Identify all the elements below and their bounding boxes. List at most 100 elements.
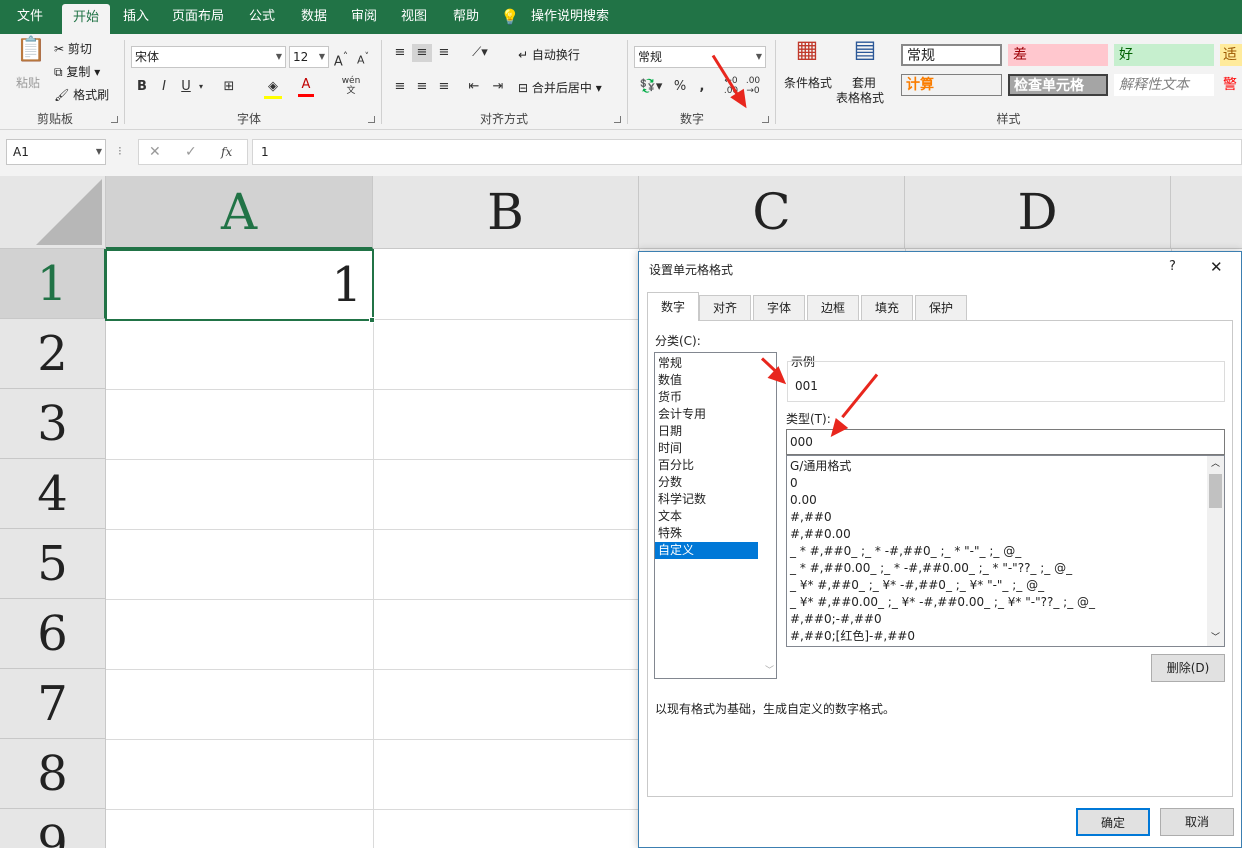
tell-me-search[interactable]: 操作说明搜索 — [526, 0, 614, 34]
wrap-text-button[interactable]: ↵ 自动换行 — [518, 46, 580, 63]
tab-page-layout[interactable]: 页面布局 — [162, 0, 234, 34]
list-item[interactable]: 百分比 — [655, 457, 776, 474]
align-right-icon[interactable]: ≡ — [434, 78, 454, 96]
number-format-select[interactable]: 常规 ▼ — [634, 46, 766, 68]
formula-input[interactable]: 1 — [252, 139, 1242, 165]
paste-icon[interactable]: 📋 — [16, 37, 46, 70]
merge-center-button[interactable]: ⊟ 合并后居中 ▾ — [518, 79, 602, 96]
list-item[interactable]: #,##0.00 — [787, 526, 1207, 543]
format-as-table-label-2[interactable]: 表格格式 — [836, 89, 884, 106]
type-input[interactable]: 000 — [786, 429, 1225, 455]
align-top-icon[interactable]: ≡ — [390, 44, 410, 62]
increase-indent-icon[interactable]: ⇥ — [488, 78, 508, 96]
align-middle-icon[interactable]: ≡ — [412, 44, 432, 62]
tab-formulas[interactable]: 公式 — [238, 0, 286, 34]
align-center-icon[interactable]: ≡ — [412, 78, 432, 96]
list-item[interactable]: #,##0 — [787, 509, 1207, 526]
number-format-launcher[interactable] — [762, 116, 769, 123]
chevron-down-icon[interactable]: ﹀ — [765, 663, 774, 676]
list-item[interactable]: 日期 — [655, 423, 776, 440]
ok-button[interactable]: 确定 — [1076, 808, 1150, 836]
style-calculation[interactable]: 计算 — [901, 74, 1002, 96]
tab-alignment[interactable]: 对齐 — [699, 295, 751, 320]
italic-button[interactable]: I — [157, 78, 171, 96]
row-header-9[interactable]: 9 — [0, 809, 106, 848]
tab-data[interactable]: 数据 — [290, 0, 338, 34]
fill-handle[interactable] — [369, 317, 375, 323]
conditional-format-button[interactable]: 条件格式 — [784, 74, 832, 91]
cell-a1[interactable]: 1 — [105, 249, 374, 321]
cancel-icon[interactable]: ✕ — [149, 142, 161, 162]
list-item[interactable]: 0.00 — [787, 492, 1207, 509]
row-header-7[interactable]: 7 — [0, 669, 106, 739]
tab-insert[interactable]: 插入 — [114, 0, 158, 34]
copy-button[interactable]: ⧉ 复制 ▾ — [54, 63, 100, 80]
column-header-e[interactable] — [1171, 176, 1242, 249]
list-item[interactable]: 科学记数 — [655, 491, 776, 508]
tab-protection[interactable]: 保护 — [915, 295, 967, 320]
list-item[interactable]: 时间 — [655, 440, 776, 457]
chevron-down-icon[interactable]: ▾ — [196, 78, 206, 96]
row-header-5[interactable]: 5 — [0, 529, 106, 599]
insert-function-icon[interactable]: fx — [221, 142, 232, 162]
help-button[interactable]: ? — [1169, 259, 1176, 274]
list-item[interactable]: _ ¥* #,##0.00_ ;_ ¥* -#,##0.00_ ;_ ¥* "-… — [787, 594, 1207, 611]
row-header-3[interactable]: 3 — [0, 389, 106, 459]
bold-button[interactable]: B — [135, 78, 149, 96]
percent-button[interactable]: % — [672, 78, 688, 96]
row-header-4[interactable]: 4 — [0, 459, 106, 529]
phonetic-icon[interactable]: wén 文 — [340, 76, 362, 96]
list-item[interactable]: #,##0;[红色]-#,##0 — [787, 628, 1207, 645]
list-item[interactable]: 数值 — [655, 372, 776, 389]
list-item[interactable]: 货币 — [655, 389, 776, 406]
cancel-button[interactable]: 取消 — [1160, 808, 1234, 836]
column-header-c[interactable]: C — [639, 176, 905, 249]
enter-icon[interactable]: ✓ — [185, 142, 197, 162]
tab-view[interactable]: 视图 — [390, 0, 438, 34]
list-item[interactable]: _ ¥* #,##0_ ;_ ¥* -#,##0_ ;_ ¥* "-"_ ;_ … — [787, 577, 1207, 594]
chevron-down-icon[interactable]: ﹀ — [1207, 630, 1224, 646]
row-header-6[interactable]: 6 — [0, 599, 106, 669]
list-item[interactable]: 会计专用 — [655, 406, 776, 423]
tab-border[interactable]: 边框 — [807, 295, 859, 320]
list-item[interactable]: 常规 — [655, 355, 776, 372]
format-as-table-icon[interactable]: ▤ — [850, 37, 880, 74]
alignment-launcher[interactable] — [614, 116, 621, 123]
name-box[interactable]: A1 ▼ — [6, 139, 106, 165]
list-item[interactable]: 0 — [787, 475, 1207, 492]
format-painter-button[interactable]: 🖌 格式刷 — [54, 86, 109, 103]
style-explanatory[interactable]: 解释性文本 — [1114, 74, 1214, 96]
currency-format-icon[interactable]: 💱▾ — [636, 78, 666, 96]
orientation-icon[interactable]: ⟋▾ — [466, 44, 494, 62]
align-bottom-icon[interactable]: ≡ — [434, 44, 454, 62]
style-normal[interactable]: 常规 — [901, 44, 1002, 66]
format-list-scrollbar[interactable]: ︿ ﹀ — [1207, 456, 1224, 646]
list-item[interactable]: 特殊 — [655, 525, 776, 542]
row-header-1[interactable]: 1 — [0, 249, 106, 319]
decrease-indent-icon[interactable]: ⇤ — [464, 78, 484, 96]
cut-button[interactable]: ✂ 剪切 — [54, 40, 92, 57]
font-color-icon[interactable]: A — [298, 76, 314, 97]
style-bad[interactable]: 差 — [1008, 44, 1108, 66]
tab-number[interactable]: 数字 — [647, 292, 699, 321]
style-neutral[interactable]: 适中 — [1220, 44, 1242, 66]
tab-font[interactable]: 字体 — [753, 295, 805, 320]
delete-button[interactable]: 删除(D) — [1151, 654, 1225, 682]
tab-help[interactable]: 帮助 — [442, 0, 490, 34]
paste-button[interactable]: 粘贴 — [16, 74, 40, 91]
style-warning[interactable]: 警告文本 — [1220, 74, 1242, 96]
column-header-b[interactable]: B — [373, 176, 639, 249]
column-header-a[interactable]: A — [106, 176, 373, 249]
category-list[interactable]: 常规 数值 货币 会计专用 日期 时间 百分比 分数 科学记数 文本 特殊 自定… — [654, 352, 777, 679]
row-header-2[interactable]: 2 — [0, 319, 106, 389]
close-button[interactable]: ✕ — [1210, 258, 1223, 276]
conditional-format-icon[interactable]: ▦ — [792, 37, 822, 74]
style-good[interactable]: 好 — [1114, 44, 1214, 66]
list-item[interactable]: _ * #,##0.00_ ;_ * -#,##0.00_ ;_ * "-"??… — [787, 560, 1207, 577]
tab-review[interactable]: 审阅 — [342, 0, 386, 34]
border-icon[interactable]: ⊞ — [220, 78, 238, 96]
list-item[interactable]: #,##0;-#,##0 — [787, 611, 1207, 628]
list-item-selected[interactable]: 自定义 — [655, 542, 758, 559]
format-list[interactable]: G/通用格式 0 0.00 #,##0 #,##0.00 _ * #,##0_ … — [786, 455, 1225, 647]
list-item[interactable]: _ * #,##0_ ;_ * -#,##0_ ;_ * "-"_ ;_ @_ — [787, 543, 1207, 560]
